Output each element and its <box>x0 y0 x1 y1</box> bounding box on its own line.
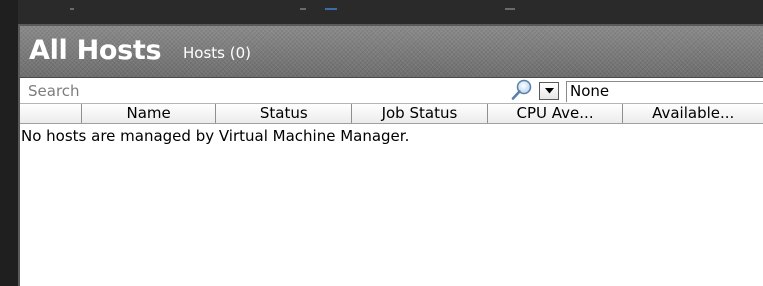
filter-select[interactable]: None <box>566 81 763 102</box>
search-input[interactable] <box>28 81 528 100</box>
magnifier-icon[interactable] <box>510 79 534 101</box>
column-header-available[interactable]: Available... <box>623 104 763 123</box>
left-frame <box>0 0 18 286</box>
column-header-select[interactable] <box>20 104 82 123</box>
column-header-name[interactable]: Name <box>81 104 217 123</box>
chevron-down-icon <box>545 88 554 94</box>
pane-header: All Hosts Hosts (0) <box>20 26 763 78</box>
search-bar: None <box>20 78 763 104</box>
search-scope-dropdown[interactable] <box>539 82 559 100</box>
page-title: All Hosts <box>29 35 162 66</box>
hosts-pane: All Hosts Hosts (0) None <box>18 24 763 286</box>
hosts-count: Hosts (0) <box>183 44 251 62</box>
strip-mark <box>70 8 74 10</box>
strip-mark <box>325 8 337 10</box>
column-header-status[interactable]: Status <box>216 104 353 123</box>
strip-mark <box>505 8 515 10</box>
column-header-job-status[interactable]: Job Status <box>352 104 488 123</box>
strip-mark <box>300 8 306 10</box>
column-header-cpu-average[interactable]: CPU Ave... <box>487 104 624 123</box>
window-top-strip <box>0 0 763 24</box>
empty-grid-message: No hosts are managed by Virtual Machine … <box>21 127 410 145</box>
grid-header: Name Status Job Status CPU Ave... Availa… <box>20 104 763 124</box>
